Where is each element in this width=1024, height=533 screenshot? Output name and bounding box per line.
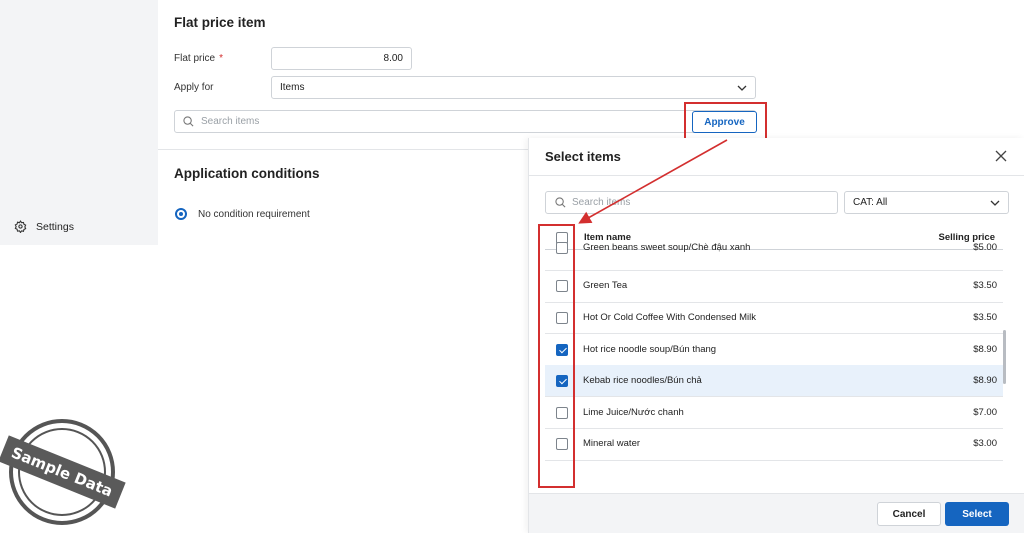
item-name: Green beans sweet soup/Chè đậu xanh [583, 241, 751, 253]
item-name: Green Tea [583, 280, 628, 292]
application-conditions-title: Application conditions [174, 166, 320, 181]
item-name: Kebab rice noodles/Bún chả [583, 375, 702, 387]
panel-footer: Cancel Select [529, 493, 1024, 533]
table-row[interactable]: Hot Or Cold Coffee With Condensed Milk $3… [545, 302, 1003, 335]
item-price: $7.00 [973, 406, 997, 418]
search-items-placeholder: Search items [201, 116, 260, 127]
flat-price-input[interactable]: 8.00 [271, 47, 412, 70]
table-row[interactable]: Green Tea $3.50 [545, 271, 1003, 303]
search-items-input[interactable]: Search items [174, 110, 756, 133]
panel-search-input[interactable]: Search items [545, 191, 838, 214]
no-condition-radio[interactable] [175, 208, 187, 220]
item-name: Lime Juice/Nước chanh [583, 406, 684, 418]
panel-title: Select items [545, 149, 621, 164]
search-icon [183, 116, 194, 127]
flat-price-label: Flat price * [174, 53, 224, 64]
sample-data-watermark: Sample Data [0, 418, 126, 526]
table-row[interactable]: Mineral water $3.00 [545, 429, 1003, 461]
item-name: Hot Or Cold Coffee With Condensed Milk [583, 311, 757, 323]
apply-for-select[interactable]: Items [271, 76, 756, 99]
panel-divider [529, 175, 1024, 176]
select-button[interactable]: Select [945, 502, 1009, 526]
checkbox-column-highlight-box [538, 224, 575, 488]
chevron-down-icon [990, 200, 1000, 206]
sidebar-item-settings[interactable]: Settings [14, 220, 74, 233]
no-condition-label: No condition requirement [198, 209, 310, 220]
item-price: $3.50 [973, 280, 997, 292]
table-row[interactable]: Lime Juice/Nước chanh $7.00 [545, 397, 1003, 429]
items-table: Item name Selling price Green beans swee… [545, 226, 1003, 483]
close-icon[interactable] [995, 150, 1007, 162]
item-price: $8.90 [973, 375, 997, 387]
gear-icon [14, 220, 27, 233]
apply-for-label: Apply for [174, 82, 214, 93]
cancel-button[interactable]: Cancel [877, 502, 941, 526]
item-name: Hot rice noodle soup/Bún thang [583, 343, 717, 355]
search-icon [555, 197, 566, 208]
apply-for-value: Items [280, 82, 305, 93]
table-row[interactable]: Hot rice noodle soup/Bún thang $8.90 [545, 334, 1003, 366]
select-items-panel: Select items Search items CAT: All Item … [528, 138, 1024, 533]
sidebar: Settings [0, 0, 158, 245]
item-price: $3.00 [973, 438, 997, 450]
table-row[interactable]: Green beans sweet soup/Chè đậu xanh $5.00 [545, 239, 1003, 271]
table-row[interactable]: Kebab rice noodles/Bún chả $8.90 [545, 365, 1003, 398]
item-price: $5.00 [973, 241, 997, 253]
table-scrollbar[interactable] [1003, 330, 1006, 384]
panel-search-placeholder: Search items [572, 197, 631, 208]
category-value: CAT: All [853, 197, 888, 208]
section-divider [158, 149, 530, 150]
item-price: $3.50 [973, 311, 997, 323]
item-price: $8.90 [973, 343, 997, 355]
category-select[interactable]: CAT: All [844, 191, 1009, 214]
chevron-down-icon [737, 85, 747, 91]
required-mark: * [219, 53, 224, 64]
sidebar-item-label: Settings [36, 220, 74, 233]
item-name: Mineral water [583, 438, 641, 450]
flat-price-title: Flat price item [174, 15, 266, 30]
approve-button[interactable]: Approve [692, 111, 757, 133]
